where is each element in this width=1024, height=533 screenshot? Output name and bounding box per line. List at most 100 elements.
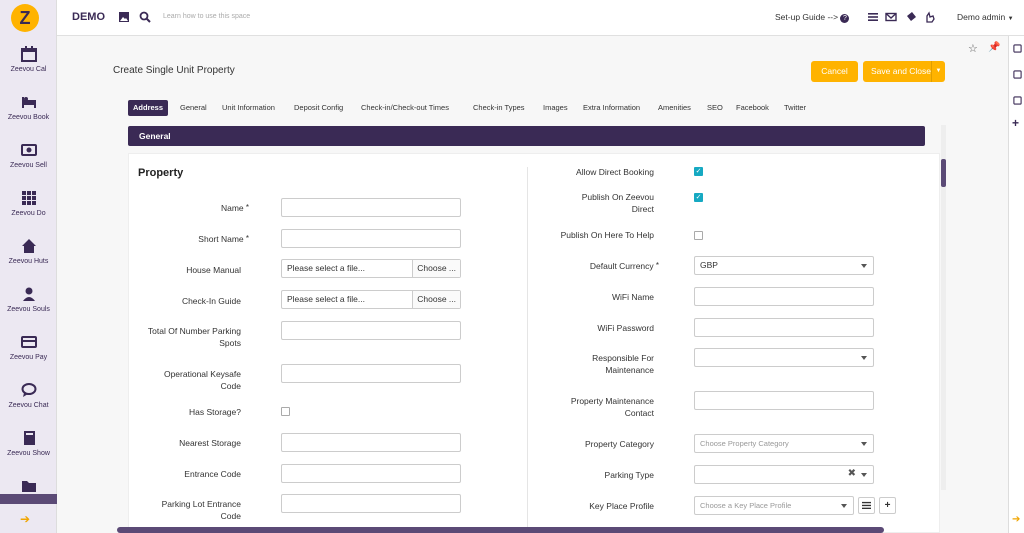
house-manual-file[interactable]: Please select a file... Choose ... xyxy=(281,259,461,278)
sidebar-item-show[interactable]: Zeevou Show xyxy=(0,430,57,457)
sidebar-item-huts[interactable]: Zeevou Huts xyxy=(0,238,57,265)
image-icon[interactable] xyxy=(118,11,130,23)
tab-checkin-times[interactable]: Check-in/Check-out Times xyxy=(356,100,454,116)
parking-type-select[interactable]: ✖ xyxy=(694,465,874,484)
folder-icon xyxy=(21,481,36,492)
column-divider xyxy=(527,167,528,533)
tab-seo[interactable]: SEO xyxy=(702,100,728,116)
tab-images[interactable]: Images xyxy=(538,100,573,116)
responsible-select[interactable] xyxy=(694,348,874,367)
sidebar-item-label: Zeevou Cal xyxy=(10,66,47,73)
currency-select[interactable]: GBP xyxy=(694,256,874,275)
key-place-label: Key Place Profile xyxy=(589,501,654,511)
allow-direct-checkbox[interactable]: ✓ xyxy=(694,167,703,176)
home-icon xyxy=(21,239,36,253)
dropdown-caret-icon[interactable]: ▼ xyxy=(931,61,945,82)
nearest-storage-input[interactable] xyxy=(281,433,461,452)
sidebar-item-souls[interactable]: Zeevou Souls xyxy=(0,286,57,313)
plus-icon[interactable]: + xyxy=(1012,116,1019,130)
parking-spots-input[interactable] xyxy=(281,321,461,340)
label-line: Total Of Number Parking xyxy=(147,326,241,336)
checkin-guide-label: Check-In Guide xyxy=(181,296,241,306)
pin-icon[interactable]: 📌 xyxy=(988,42,1000,53)
sidebar-item-label: Zeevou Do xyxy=(11,210,46,217)
sidebar-item-sell[interactable]: Zeevou Sell xyxy=(0,142,57,169)
cancel-button[interactable]: Cancel xyxy=(811,61,858,82)
save-close-button[interactable]: Save and Close ▼ xyxy=(863,61,945,82)
clear-icon[interactable]: ✖ xyxy=(848,468,856,479)
publish-here-checkbox[interactable] xyxy=(694,231,703,240)
entrance-code-input[interactable] xyxy=(281,464,461,483)
plus-icon: + xyxy=(884,500,891,511)
user-menu[interactable]: Demo admin ▼ xyxy=(957,12,1014,22)
setup-guide-link[interactable]: Set-up Guide --> ? xyxy=(775,12,850,23)
hand-icon[interactable] xyxy=(924,11,936,23)
sidebar-item-do[interactable]: Zeevou Do xyxy=(0,190,57,217)
wifi-password-input[interactable] xyxy=(694,318,874,337)
add-key-place-button[interactable]: + xyxy=(879,497,896,514)
chevron-down-icon: ▼ xyxy=(1007,16,1014,22)
property-category-select[interactable]: Choose Property Category xyxy=(694,434,874,453)
tab-checkin-types[interactable]: Check-in Types xyxy=(468,100,530,116)
responsible-label: Responsible For Maintenance xyxy=(530,352,654,376)
file-placeholder: Please select a file... xyxy=(287,263,365,273)
house-manual-label: House Manual xyxy=(186,265,241,275)
brand-title: DEMO xyxy=(72,11,105,23)
short-name-input[interactable] xyxy=(281,229,461,248)
note-icon[interactable] xyxy=(1013,44,1022,53)
sidebar-item-pay[interactable]: Zeevou Pay xyxy=(0,334,57,361)
sidebar-item-chat[interactable]: Zeevou Chat xyxy=(0,382,57,409)
checkin-guide-file[interactable]: Please select a file... Choose ... xyxy=(281,290,461,309)
list-button[interactable] xyxy=(858,497,875,514)
list-icon xyxy=(862,501,871,510)
key-place-select[interactable]: Choose a Key Place Profile xyxy=(694,496,854,515)
user-icon xyxy=(22,287,35,301)
vertical-scrollbar[interactable] xyxy=(941,125,946,490)
sidebar-item-label: Zeevou Sell xyxy=(10,162,47,169)
property-heading: Property xyxy=(138,167,184,179)
tab-extra-information[interactable]: Extra Information xyxy=(578,100,645,116)
choose-file-button[interactable]: Choose ... xyxy=(412,260,460,277)
arrow-right-icon[interactable]: ➔ xyxy=(1012,514,1020,525)
allow-direct-label: Allow Direct Booking xyxy=(576,167,654,177)
category-placeholder: Choose Property Category xyxy=(700,439,789,448)
tab-facebook[interactable]: Facebook xyxy=(731,100,774,116)
sidebar-item-cal[interactable]: Zeevou Cal xyxy=(0,46,57,73)
key-place-placeholder: Choose a Key Place Profile xyxy=(700,501,792,510)
sidebar-item-label: Zeevou Book xyxy=(7,114,50,121)
default-currency-label: Default Currency * xyxy=(530,260,659,272)
search-input[interactable]: Learn how to use this space xyxy=(163,13,250,20)
star-icon[interactable]: ☆ xyxy=(968,42,978,55)
tab-unit-information[interactable]: Unit Information xyxy=(217,100,280,116)
label-line: Publish On Zeevou xyxy=(581,192,654,202)
expand-arrow-icon[interactable]: ➔ xyxy=(20,512,30,526)
publish-zeevou-checkbox[interactable]: ✓ xyxy=(694,193,703,202)
note-icon[interactable] xyxy=(1013,96,1022,105)
menu-icon[interactable] xyxy=(867,11,879,23)
tab-deposit-config[interactable]: Deposit Config xyxy=(289,100,348,116)
choose-file-button[interactable]: Choose ... xyxy=(412,291,460,308)
tab-general[interactable]: General xyxy=(175,100,212,116)
horizontal-scrollbar[interactable] xyxy=(117,527,884,533)
tab-address[interactable]: Address xyxy=(128,100,169,116)
has-storage-checkbox[interactable] xyxy=(281,407,290,416)
sidebar-item-book[interactable]: Zeevou Book xyxy=(0,94,57,121)
tab-amenities[interactable]: Amenities xyxy=(653,100,696,116)
mail-icon[interactable] xyxy=(885,11,897,23)
note-icon[interactable] xyxy=(1013,70,1022,79)
credit-card-icon xyxy=(20,336,37,348)
name-input[interactable] xyxy=(281,198,461,217)
maintenance-contact-input[interactable] xyxy=(694,391,874,410)
zeevou-logo[interactable]: Z xyxy=(11,4,39,32)
search-icon[interactable] xyxy=(139,11,151,23)
tab-twitter[interactable]: Twitter xyxy=(779,100,811,116)
keysafe-input[interactable] xyxy=(281,364,461,383)
ticket-icon[interactable] xyxy=(905,11,917,23)
label-line: Maintenance xyxy=(605,365,654,375)
scrollbar-thumb[interactable] xyxy=(941,159,946,187)
chat-icon xyxy=(21,383,36,397)
label-line: Code xyxy=(220,511,241,521)
chevron-down-icon xyxy=(861,473,867,477)
wifi-name-input[interactable] xyxy=(694,287,874,306)
parking-lot-input[interactable] xyxy=(281,494,461,513)
